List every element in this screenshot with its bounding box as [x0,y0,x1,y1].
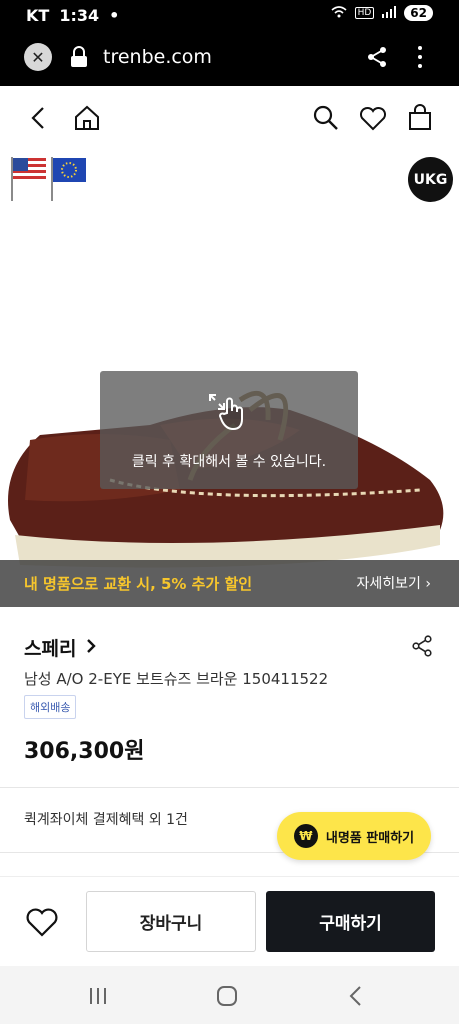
notification-dot: • [109,6,120,25]
sell-button-label: 내명품 판매하기 [325,830,415,846]
won-icon: ₩ [293,824,318,848]
close-icon: ✕ [31,47,45,67]
carrier: KT [26,6,50,25]
battery-indicator: 62 [404,5,433,21]
chevron-right-icon: › [425,576,431,592]
hd-label: HD [354,7,375,19]
browser-url-bar: ✕ trenbe.com [0,30,459,86]
sell-my-item-button[interactable]: ₩ 내명품 판매하기 [277,812,431,860]
promo-link-label: 자세히보기 [356,576,421,592]
back-icon[interactable] [24,103,54,133]
share-icon[interactable] [366,46,388,68]
recents-icon[interactable] [88,986,108,1010]
clock: 1:34 [59,6,100,25]
payment-benefit-text[interactable]: 퀵계좌이체 결제혜택 외 1건 [24,809,188,829]
add-to-cart-button[interactable]: 장바구니 [86,891,256,952]
url-text[interactable]: trenbe.com [103,46,212,68]
heart-icon[interactable] [358,103,388,133]
search-icon[interactable] [311,103,341,133]
zoom-hint-text: 클릭 후 확대해서 볼 수 있습니다. [131,454,327,470]
brand-name: 스페리 [24,638,77,660]
home-nav-icon[interactable] [216,985,238,1011]
us-flag-icon [10,155,48,201]
shipping-badge: 해외배송 [24,695,77,719]
system-nav-bar [0,966,459,1024]
signal-icon [382,5,397,21]
seller-logo: UKG [408,157,453,202]
bottom-action-bar: 장바구니 구매하기 [0,876,459,966]
bag-icon[interactable] [405,103,435,133]
promo-text: 내 명품으로 교환 시, 5% 추가 할인 [24,575,253,593]
brand-link[interactable]: 스페리 [24,634,97,661]
product-price: 306,300원 [24,739,145,764]
product-name: 남성 A/O 2-EYE 보트슈즈 브라운 150411522 [24,670,329,688]
hand-pointer-icon [218,397,248,435]
zoom-hint-overlay[interactable]: 클릭 후 확대해서 볼 수 있습니다. [100,371,358,489]
eu-flag-icon [50,155,88,201]
status-bar: KT 1:34 • HD 62 [0,0,459,30]
close-tab-button[interactable]: ✕ [24,43,52,71]
share-icon[interactable] [410,634,434,658]
more-icon[interactable] [412,46,428,68]
promo-detail-link[interactable]: 자세히보기 › [357,573,431,593]
back-nav-icon[interactable] [346,985,366,1011]
chevron-right-icon [86,637,97,659]
home-icon[interactable] [72,103,102,133]
divider [0,787,459,788]
wifi-icon [331,5,347,21]
buy-now-button[interactable]: 구매하기 [266,891,435,952]
trade-in-promo-banner[interactable]: 내 명품으로 교환 시, 5% 추가 할인 자세히보기 › [0,560,459,607]
lock-icon [70,46,88,68]
wishlist-button[interactable] [24,904,60,940]
